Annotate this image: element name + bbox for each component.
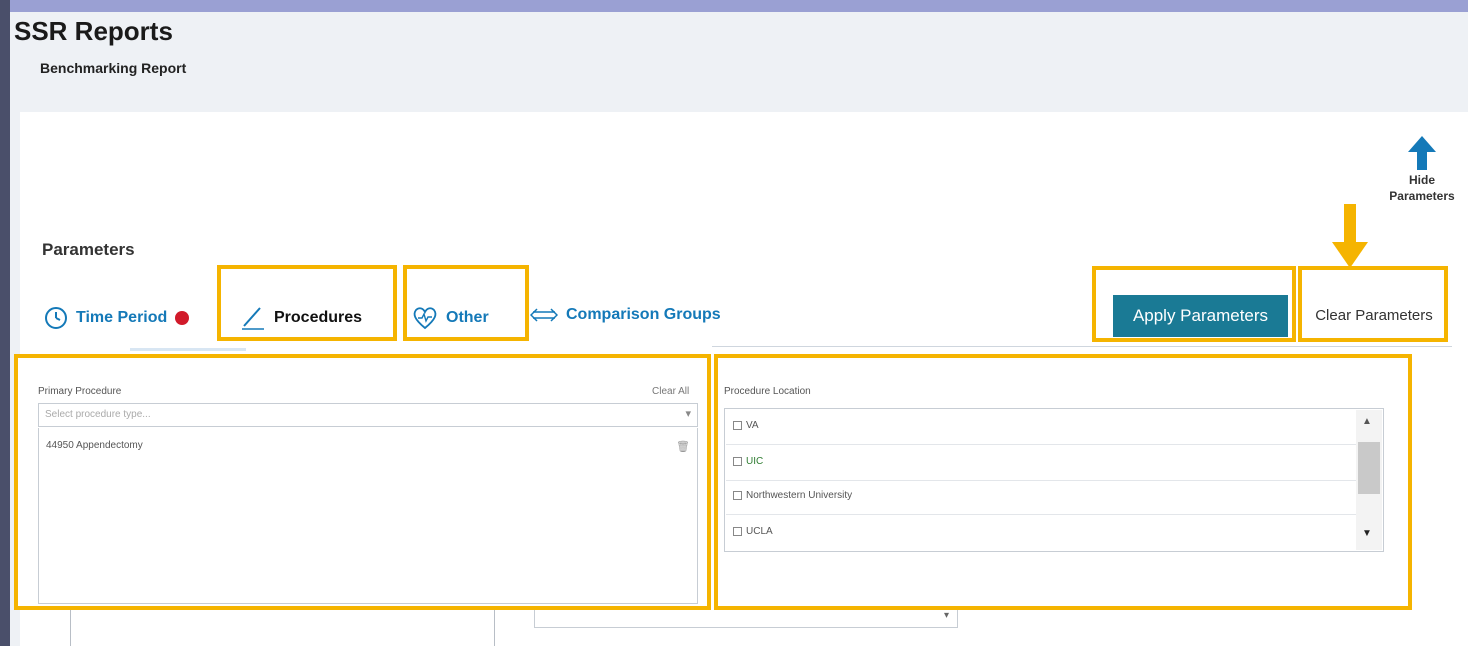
location-option-va[interactable]: VA [733, 420, 759, 431]
selected-procedures-list [38, 428, 698, 604]
checkbox[interactable] [733, 491, 742, 500]
list-separator [726, 514, 1356, 515]
page-title: SSR Reports [14, 16, 173, 46]
tab-time-period[interactable]: Time Period [44, 306, 190, 330]
tab-procedures-label: Procedures [274, 309, 363, 326]
list-separator [726, 480, 1356, 481]
left-edge-bar [0, 0, 10, 646]
hide-parameters-label-1: Hide [1408, 173, 1435, 187]
section-divider [712, 346, 1452, 347]
tab-other-label: Other [446, 309, 489, 326]
clock-icon [45, 307, 67, 329]
scrollbar-thumb[interactable] [1358, 442, 1380, 494]
annotation-arrow-down-icon [1332, 204, 1368, 268]
list-item: 44950 Appendectomy [46, 440, 143, 451]
clear-parameters-button[interactable]: Clear Parameters [1300, 298, 1448, 332]
hide-parameters-button[interactable]: Hide Parameters [1382, 136, 1462, 204]
chevron-down-icon: ▾ [943, 610, 949, 621]
list-separator [726, 444, 1356, 445]
location-option-northwestern[interactable]: Northwestern University [733, 490, 852, 501]
required-indicator [175, 311, 190, 325]
checkbox[interactable] [733, 421, 742, 430]
location-option-ucla[interactable]: UCLA [733, 526, 773, 537]
clear-all-link[interactable]: Clear All [652, 386, 689, 397]
hide-parameters-label-2: Parameters [1389, 189, 1455, 203]
tab-comparison-groups[interactable]: Comparison Groups [530, 306, 721, 324]
arrow-up-icon [1408, 136, 1436, 170]
tab-other[interactable]: Other [412, 306, 489, 330]
location-option-label: UCLA [746, 526, 773, 537]
checkbox[interactable] [733, 527, 742, 536]
procedure-type-placeholder: Select procedure type... [45, 409, 151, 420]
tab-time-period-label: Time Period [76, 309, 168, 326]
page-subtitle: Benchmarking Report [40, 60, 187, 76]
primary-procedure-label: Primary Procedure [38, 386, 122, 397]
active-tab-indicator [130, 348, 246, 351]
background-frame-line [70, 608, 71, 646]
remove-item-icon[interactable]: 🗑 [676, 440, 690, 453]
scroll-up-icon[interactable]: ▲ [1362, 416, 1372, 427]
apply-parameters-button[interactable]: Apply Parameters [1113, 295, 1288, 337]
heart-pulse-icon [413, 307, 437, 330]
top-banner [0, 0, 1468, 12]
scroll-down-icon[interactable]: ▼ [1362, 528, 1372, 539]
location-option-label: UIC [746, 456, 764, 467]
parameters-heading: Parameters [42, 240, 135, 259]
double-arrow-icon [530, 308, 558, 322]
tab-procedures[interactable]: Procedures [240, 306, 362, 330]
location-option-uic[interactable]: UIC [733, 456, 763, 467]
background-select: ▾ [534, 608, 958, 628]
location-option-label: Northwestern University [746, 490, 853, 501]
procedure-type-select[interactable]: Select procedure type... ▾ [38, 403, 698, 427]
pencil-icon [242, 307, 264, 330]
procedure-location-label: Procedure Location [724, 386, 811, 397]
checkbox[interactable] [733, 457, 742, 466]
chevron-down-icon: ▾ [685, 408, 691, 420]
tab-comparison-groups-label: Comparison Groups [566, 306, 721, 323]
background-frame-line [494, 608, 495, 646]
location-option-label: VA [746, 420, 759, 431]
